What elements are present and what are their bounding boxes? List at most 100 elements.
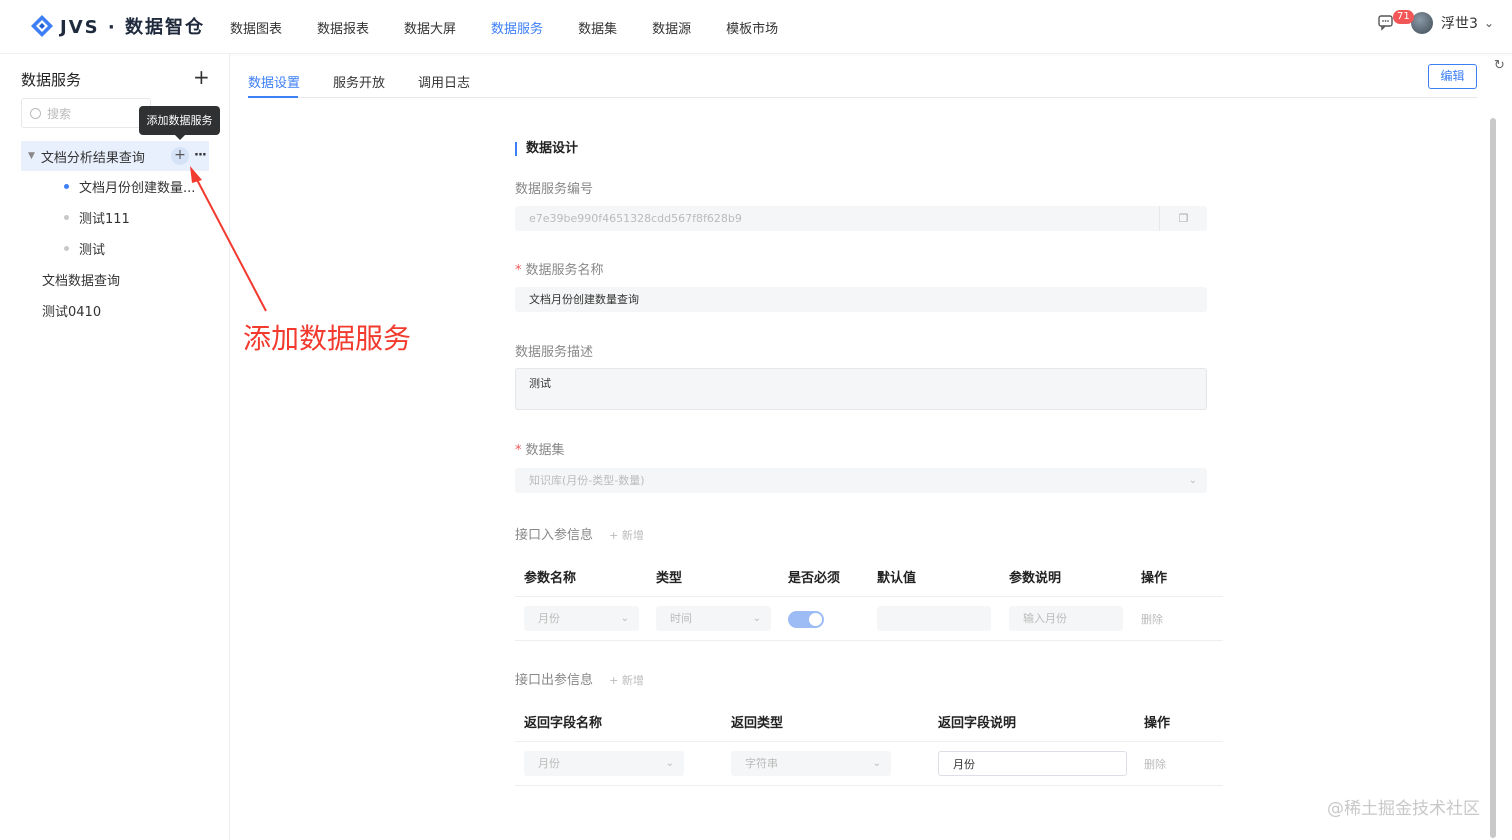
sidebar-title: 数据服务	[21, 71, 82, 89]
required-mark: *	[515, 263, 522, 278]
nav-item-reports[interactable]: 数据报表	[317, 18, 369, 37]
bullet-icon	[64, 183, 69, 189]
search-input[interactable]: 搜索	[21, 98, 151, 128]
table-row: 月份 ⌄ 字符串 ⌄ 月份 删除	[515, 742, 1223, 786]
delete-input-param-button[interactable]: 删除	[1141, 611, 1163, 627]
service-desc-label: 数据服务描述	[515, 345, 594, 360]
chevron-down-icon: ⌄	[752, 613, 761, 624]
add-input-param-button[interactable]: + 新增	[609, 529, 644, 542]
tree-group-label: 文档分析结果查询	[40, 150, 145, 166]
th-return-type: 返回类型	[731, 716, 784, 731]
param-name-select[interactable]: 月份 ⌄	[524, 606, 639, 631]
toggle-knob	[809, 613, 822, 626]
tooltip-add-service: 添加数据服务	[139, 106, 220, 140]
dataset-select[interactable]: 知识库(月份-类型-数量) ⌄	[515, 468, 1207, 493]
user-area: 71 浮世3 ⌄	[1377, 10, 1494, 34]
service-id-label: 数据服务编号	[515, 182, 594, 197]
service-name-field[interactable]: 文档月份创建数量查询	[515, 287, 1207, 312]
th-required: 是否必须	[788, 571, 841, 586]
param-name-value: 月份	[538, 612, 560, 625]
th-default: 默认值	[877, 571, 917, 586]
bullet-icon	[64, 214, 69, 220]
message-icon[interactable]: 71	[1377, 10, 1414, 33]
service-name-label-text: 数据服务名称	[525, 263, 604, 278]
tree-item-label: 测试111	[79, 211, 130, 227]
service-name-label: * 数据服务名称	[515, 259, 604, 278]
return-type-value: 字符串	[745, 757, 778, 770]
table-row: 月份 ⌄ 时间 ⌄ 输入月份 删除	[515, 597, 1223, 641]
nav-item-charts[interactable]: 数据图表	[230, 18, 282, 37]
add-output-param-button[interactable]: + 新增	[609, 674, 644, 687]
search-placeholder: 搜索	[47, 106, 72, 121]
nav-item-data-service[interactable]: 数据服务	[491, 18, 543, 37]
table-header-row: 返回字段名称 返回类型 返回字段说明 操作	[515, 698, 1223, 742]
dataset-label-text: 数据集	[525, 443, 565, 458]
app-logo[interactable]: JVS · 数据智仓	[30, 13, 205, 39]
tree-item-label: 文档数据查询	[42, 273, 121, 289]
tab-call-log[interactable]: 调用日志	[418, 72, 470, 91]
edit-button[interactable]: 编辑	[1428, 64, 1477, 89]
param-desc-input[interactable]: 输入月份	[1009, 606, 1123, 631]
chevron-down-icon: ⌄	[620, 613, 629, 624]
chevron-down-icon: ⌄	[1188, 475, 1197, 486]
nav-item-template-market[interactable]: 模板市场	[726, 18, 778, 37]
active-tab-underline	[248, 96, 298, 98]
main-panel: 数据设置 服务开放 调用日志 编辑 ↻ 数据设计 数据服务编号 e7e39be9…	[230, 54, 1512, 840]
search-icon	[30, 107, 41, 119]
user-name[interactable]: 浮世3	[1441, 13, 1478, 33]
th-action: 操作	[1141, 571, 1168, 586]
chevron-down-icon: ⌄	[872, 758, 881, 769]
param-type-value: 时间	[670, 612, 692, 625]
refresh-icon[interactable]: ↻	[1494, 58, 1505, 73]
required-toggle[interactable]	[788, 611, 824, 628]
chevron-down-icon: ⌄	[665, 758, 674, 769]
avatar[interactable]	[1411, 12, 1434, 34]
tab-service-open[interactable]: 服务开放	[333, 72, 385, 91]
message-badge: 71	[1393, 10, 1414, 24]
tree-item-label: 测试0410	[42, 304, 102, 320]
copy-icon[interactable]: ❐	[1159, 206, 1207, 231]
input-params-title: 接口入参信息	[515, 528, 594, 543]
th-param-name: 参数名称	[524, 571, 577, 586]
param-type-select[interactable]: 时间 ⌄	[656, 606, 771, 631]
section-title: 数据设计	[515, 142, 578, 156]
input-params-header: 接口入参信息 + 新增	[515, 524, 644, 543]
th-return-field: 返回字段名称	[524, 716, 603, 731]
main-nav: 数据图表 数据报表 数据大屏 数据服务 数据集 数据源 模板市场	[230, 0, 813, 54]
table-header-row: 参数名称 类型 是否必须 默认值 参数说明 操作	[515, 553, 1223, 597]
tree-item-label: 文档月份创建数量...	[79, 180, 196, 196]
tab-data-settings[interactable]: 数据设置	[248, 72, 300, 91]
return-desc-input[interactable]: 月份	[938, 751, 1127, 776]
th-action: 操作	[1144, 716, 1171, 731]
default-value-input[interactable]	[877, 606, 991, 631]
service-id-field: e7e39be990f4651328cdd567f8f628b9 ❐	[515, 206, 1207, 231]
th-return-desc: 返回字段说明	[938, 716, 1017, 731]
nav-item-dataset[interactable]: 数据集	[578, 18, 617, 37]
service-desc-field[interactable]: 测试	[515, 368, 1207, 410]
return-field-value: 月份	[538, 757, 560, 770]
scrollbar-thumb[interactable]	[1490, 118, 1496, 838]
tabs: 数据设置 服务开放 调用日志	[248, 54, 1478, 98]
top-bar: JVS · 数据智仓 数据图表 数据报表 数据大屏 数据服务 数据集 数据源 模…	[0, 0, 1512, 54]
watermark: @稀土掘金技术社区	[1327, 799, 1480, 819]
delete-output-param-button[interactable]: 删除	[1144, 756, 1166, 772]
nav-item-datasource[interactable]: 数据源	[652, 18, 691, 37]
th-type: 类型	[656, 571, 683, 586]
bullet-icon	[64, 245, 69, 251]
dataset-value: 知识库(月份-类型-数量)	[529, 474, 645, 487]
required-mark: *	[515, 443, 522, 458]
caret-down-icon[interactable]: ▼	[28, 151, 35, 161]
chevron-down-icon[interactable]: ⌄	[1484, 16, 1494, 30]
service-id-value: e7e39be990f4651328cdd567f8f628b9	[529, 212, 742, 225]
return-type-select[interactable]: 字符串 ⌄	[731, 751, 891, 776]
output-params-header: 接口出参信息 + 新增	[515, 669, 644, 688]
output-params-title: 接口出参信息	[515, 673, 594, 688]
add-service-icon[interactable]: +	[193, 65, 210, 89]
dataset-label: * 数据集	[515, 439, 565, 458]
return-field-select[interactable]: 月份 ⌄	[524, 751, 684, 776]
logo-text: JVS · 数据智仓	[60, 17, 205, 38]
tree-item-label: 测试	[79, 242, 106, 258]
nav-item-bigscreen[interactable]: 数据大屏	[404, 18, 456, 37]
th-param-desc: 参数说明	[1009, 571, 1062, 586]
logo-mark-icon	[31, 15, 53, 37]
